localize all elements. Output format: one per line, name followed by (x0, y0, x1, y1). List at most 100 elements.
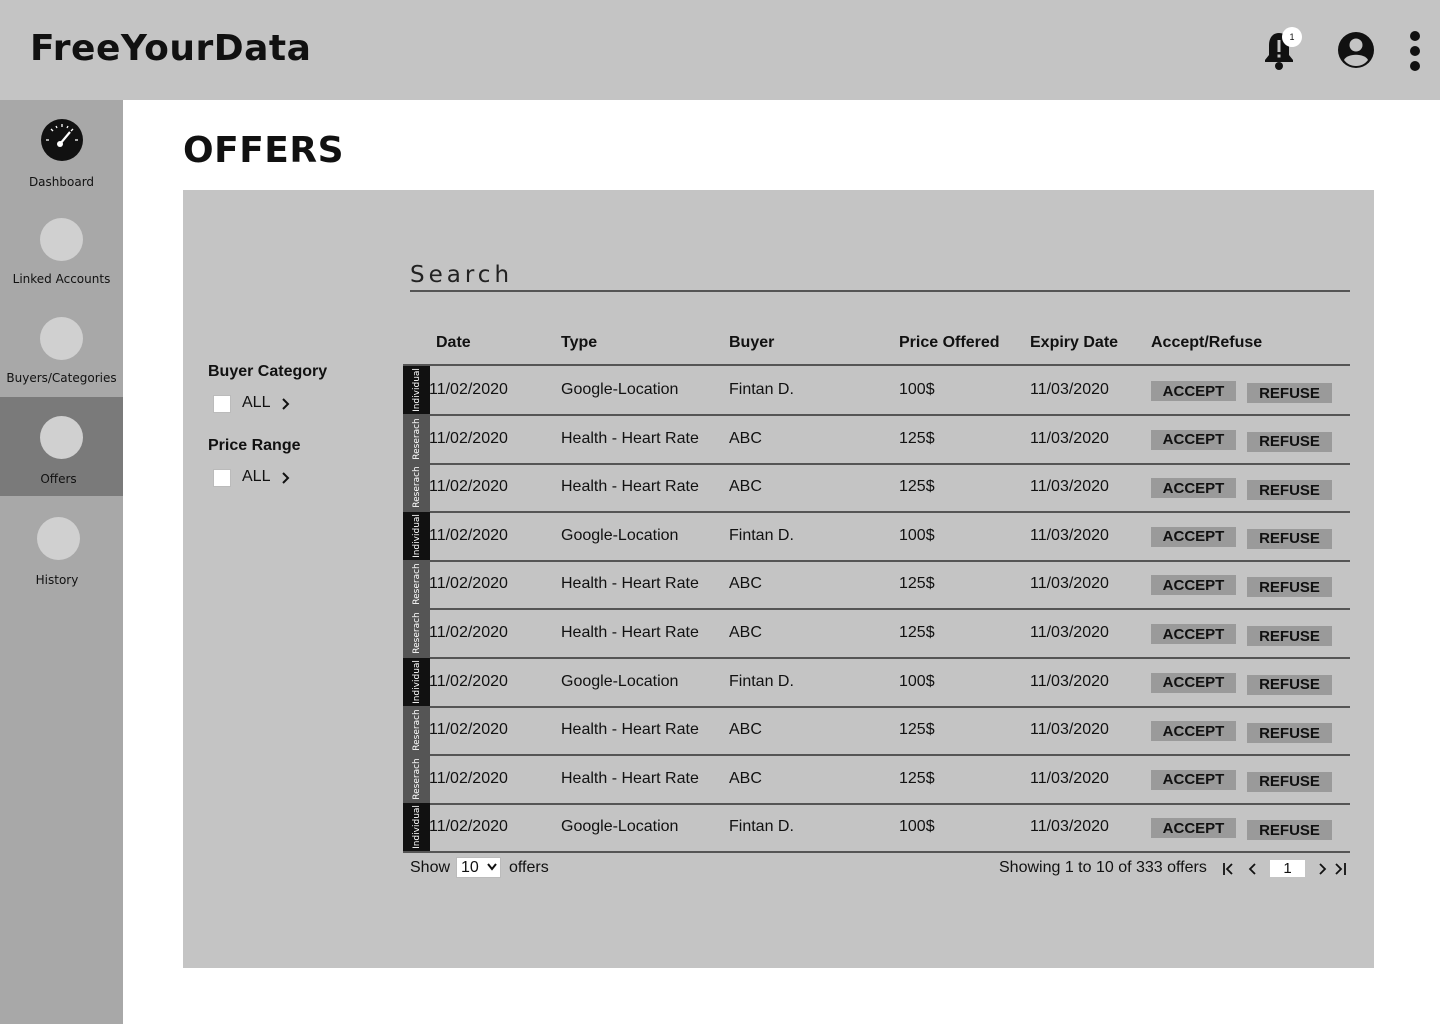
offer-type: Google-Location (561, 818, 679, 836)
offer-category-label: Reserach (411, 466, 422, 508)
offer-category-label: Reserach (411, 612, 422, 654)
offer-category-tag: Reserach (403, 463, 430, 512)
accept-button[interactable]: ACCEPT (1151, 429, 1236, 450)
accept-button[interactable]: ACCEPT (1151, 381, 1236, 401)
sidebar-item-offers[interactable]: Offers (0, 397, 123, 496)
sidebar-item-label: Offers (40, 472, 77, 486)
offer-date: 11/02/2020 (429, 526, 508, 544)
column-header-buyer[interactable]: Buyer (729, 334, 774, 352)
page-size-select[interactable]: 10 (456, 857, 501, 878)
offer-category-label: Individual (411, 805, 422, 850)
offer-buyer: ABC (729, 429, 762, 447)
first-page-icon[interactable] (1222, 862, 1236, 876)
offer-expiry: 11/03/2020 (1030, 769, 1109, 787)
accept-button[interactable]: ACCEPT (1151, 721, 1236, 742)
sidebar: Dashboard Linked Accounts Buyers/Categor… (0, 100, 123, 1024)
sidebar-item-label: Dashboard (28, 175, 95, 189)
offer-date: 11/02/2020 (429, 672, 508, 690)
offer-expiry: 11/03/2020 (1030, 624, 1109, 641)
column-header-price[interactable]: Price Offered (899, 334, 999, 352)
offer-category-label: Individual (411, 513, 422, 558)
speedometer-icon (41, 119, 83, 161)
offer-expiry: 11/03/2020 (1030, 526, 1109, 544)
account-icon[interactable] (1337, 31, 1375, 69)
offer-date: 11/02/2020 (429, 721, 508, 739)
buyer-category-title: Buyer Category (208, 363, 328, 380)
offer-category-label: Reserach (411, 709, 422, 751)
offer-category-tag: Individual (403, 366, 430, 414)
table-row: Individual 11/02/2020 Google-Location Fi… (403, 803, 1350, 854)
offer-buyer: Fintan D. (729, 381, 794, 398)
offer-category-tag: Individual (403, 803, 430, 852)
offer-price: 125$ (899, 575, 935, 593)
refuse-button[interactable]: REFUSE (1247, 820, 1332, 841)
column-header-accept-refuse: Accept/Refuse (1151, 334, 1263, 351)
offer-category-label: Reserach (411, 563, 422, 606)
sidebar-item-linked-accounts[interactable]: Linked Accounts (0, 199, 123, 298)
search-input[interactable]: Search (410, 262, 1350, 292)
offer-category-label: Individual (411, 659, 422, 704)
page-title: OFFERS (183, 130, 345, 171)
accept-button[interactable]: ACCEPT (1151, 526, 1236, 547)
table-row: Reserach 11/02/2020 Health - Heart Rate … (403, 463, 1350, 514)
chevron-right-icon[interactable] (280, 397, 292, 411)
offer-expiry: 11/03/2020 (1030, 672, 1109, 690)
row-divider (403, 851, 1350, 854)
offer-buyer: ABC (729, 478, 762, 496)
accept-button[interactable]: ACCEPT (1151, 624, 1236, 644)
refuse-button[interactable]: REFUSE (1247, 771, 1332, 792)
offer-category-tag: Individual (403, 511, 430, 560)
refuse-button[interactable]: REFUSE (1247, 626, 1332, 646)
refuse-button[interactable]: REFUSE (1247, 480, 1332, 501)
accept-button[interactable]: ACCEPT (1151, 575, 1236, 596)
refuse-button[interactable]: REFUSE (1247, 528, 1332, 549)
offer-date: 11/02/2020 (429, 381, 508, 398)
previous-page-icon[interactable] (1246, 862, 1260, 876)
table-row: Reserach 11/02/2020 Health - Heart Rate … (403, 706, 1350, 757)
buyer-category-checkbox[interactable] (213, 395, 231, 413)
app-title: FreeYourData (30, 28, 312, 69)
sidebar-item-history[interactable]: History (0, 496, 123, 595)
show-label: Show (410, 859, 451, 876)
column-header-type[interactable]: Type (561, 334, 597, 352)
column-header-date[interactable]: Date (436, 334, 471, 352)
refuse-button[interactable]: REFUSE (1247, 577, 1332, 598)
table-row: Individual 11/02/2020 Google-Location Fi… (403, 366, 1350, 416)
offer-type: Health - Heart Rate (561, 478, 699, 496)
buyers-categories-icon (40, 317, 83, 360)
column-header-expiry[interactable]: Expiry Date (1030, 334, 1118, 352)
table-row: Reserach 11/02/2020 Health - Heart Rate … (403, 609, 1350, 659)
refuse-button[interactable]: REFUSE (1247, 674, 1332, 695)
offer-price: 100$ (899, 526, 935, 544)
offer-date: 11/02/2020 (429, 818, 508, 836)
offer-type: Health - Heart Rate (561, 769, 699, 787)
offer-buyer: ABC (729, 769, 762, 787)
offer-expiry: 11/03/2020 (1030, 721, 1109, 739)
accept-button[interactable]: ACCEPT (1151, 672, 1236, 693)
accept-button[interactable]: ACCEPT (1151, 818, 1236, 839)
offer-expiry: 11/03/2020 (1030, 478, 1109, 496)
table-row: Individual 11/02/2020 Google-Location Fi… (403, 511, 1350, 562)
accept-button[interactable]: ACCEPT (1151, 478, 1236, 499)
offer-price: 125$ (899, 478, 935, 496)
accept-button[interactable]: ACCEPT (1151, 769, 1236, 790)
refuse-button[interactable]: REFUSE (1247, 383, 1332, 403)
offer-buyer: ABC (729, 624, 762, 641)
refuse-button[interactable]: REFUSE (1247, 723, 1332, 744)
offer-date: 11/02/2020 (429, 575, 508, 593)
sidebar-item-buyers-categories[interactable]: Buyers/Categories (0, 298, 123, 397)
sidebar-item-dashboard[interactable]: Dashboard (0, 100, 123, 199)
sidebar-item-label: History (35, 573, 79, 587)
offer-date: 11/02/2020 (429, 429, 508, 447)
more-options-icon[interactable] (1406, 30, 1424, 72)
chevron-right-icon[interactable] (280, 471, 292, 485)
sidebar-item-label: Linked Accounts (12, 272, 111, 286)
last-page-icon[interactable] (1333, 862, 1347, 876)
offers-icon (40, 416, 83, 459)
price-range-checkbox[interactable] (213, 469, 231, 487)
page-number-input[interactable]: 1 (1270, 860, 1305, 877)
next-page-icon[interactable] (1315, 862, 1329, 876)
refuse-button[interactable]: REFUSE (1247, 431, 1332, 452)
offer-type: Google-Location (561, 381, 679, 398)
offer-category-tag: Reserach (403, 560, 430, 609)
